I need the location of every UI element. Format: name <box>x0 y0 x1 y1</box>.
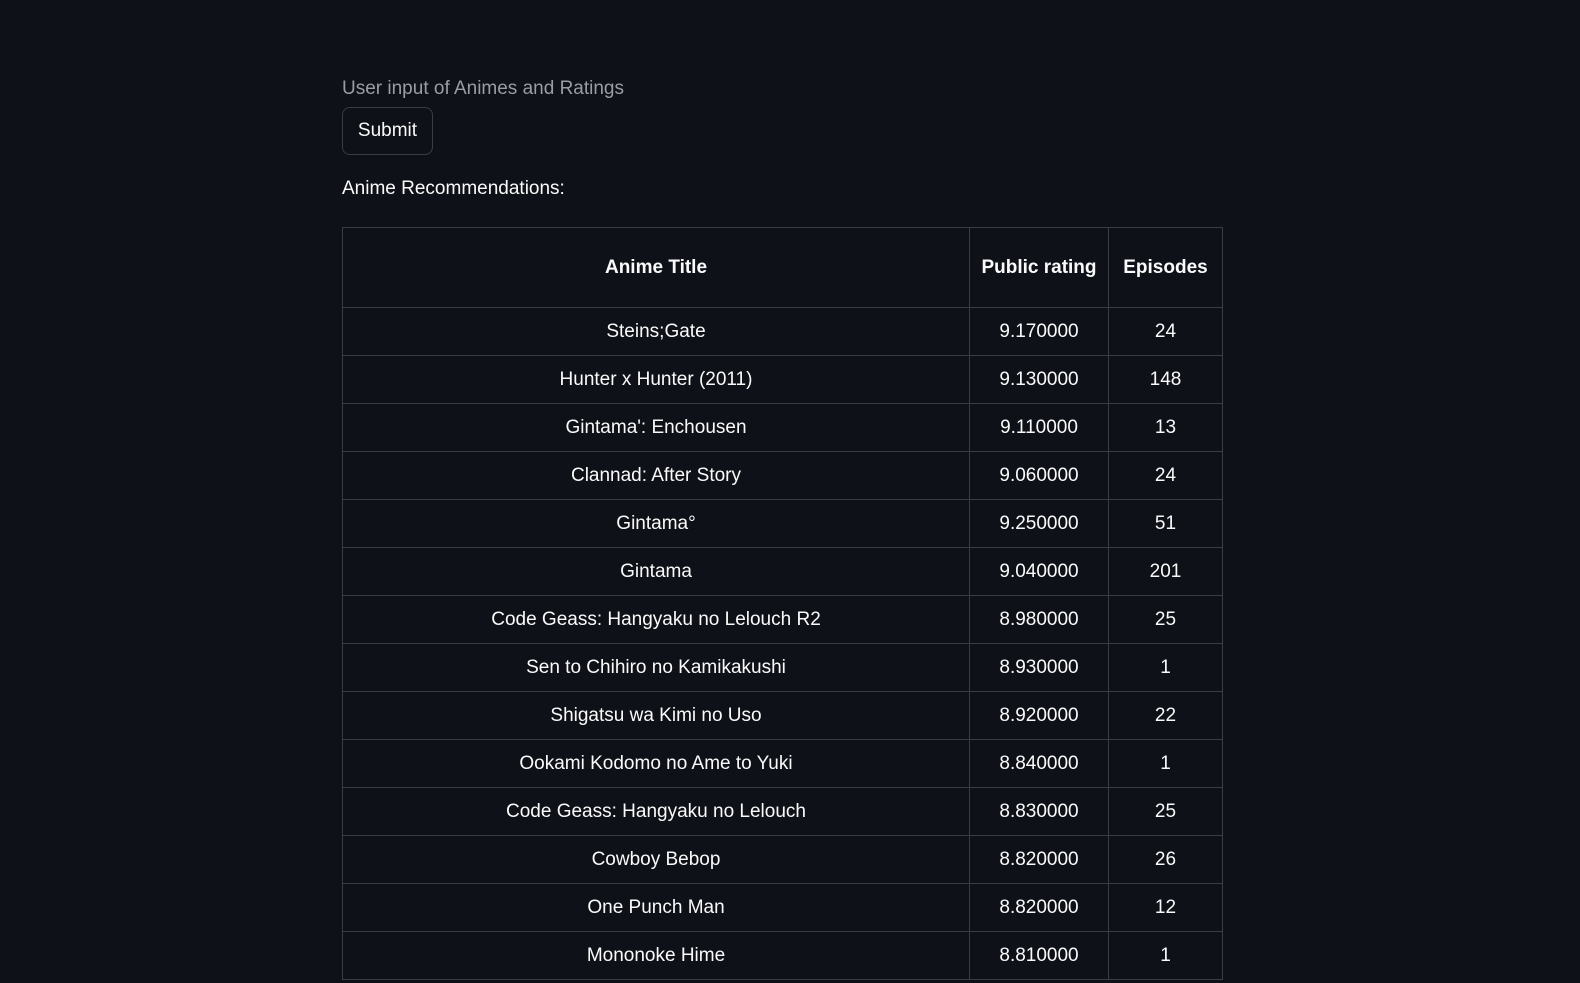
table-row: Gintama° 9.250000 51 <box>342 499 1223 548</box>
submit-button[interactable]: Submit <box>342 107 433 155</box>
table-row: Gintama': Enchousen 9.110000 13 <box>342 403 1223 452</box>
table-row: Shigatsu wa Kimi no Uso 8.920000 22 <box>342 691 1223 740</box>
anime-input-label: User input of Animes and Ratings <box>342 78 624 99</box>
episodes-cell: 13 <box>1108 403 1223 452</box>
column-header-anime-title: Anime Title <box>342 227 970 308</box>
table-row: Clannad: After Story 9.060000 24 <box>342 451 1223 500</box>
recommendations-heading: Anime Recommendations: <box>342 178 565 199</box>
anime-title-cell: Sen to Chihiro no Kamikakushi <box>342 643 970 692</box>
anime-title-cell: Code Geass: Hangyaku no Lelouch <box>342 787 970 836</box>
public-rating-cell: 8.840000 <box>969 739 1109 788</box>
recommendations-table: Anime Title Public rating Episodes Stein… <box>342 227 1223 980</box>
episodes-cell: 22 <box>1108 691 1223 740</box>
public-rating-cell: 8.810000 <box>969 931 1109 980</box>
table-row: Hunter x Hunter (2011) 9.130000 148 <box>342 355 1223 404</box>
public-rating-cell: 9.060000 <box>969 451 1109 500</box>
table-row: Code Geass: Hangyaku no Lelouch 8.830000… <box>342 787 1223 836</box>
table-row: One Punch Man 8.820000 12 <box>342 883 1223 932</box>
public-rating-cell: 9.130000 <box>969 355 1109 404</box>
episodes-cell: 24 <box>1108 451 1223 500</box>
public-rating-cell: 8.920000 <box>969 691 1109 740</box>
episodes-cell: 1 <box>1108 643 1223 692</box>
public-rating-cell: 8.820000 <box>969 835 1109 884</box>
anime-title-cell: Code Geass: Hangyaku no Lelouch R2 <box>342 595 970 644</box>
anime-title-cell: Steins;Gate <box>342 307 970 356</box>
anime-title-cell: One Punch Man <box>342 883 970 932</box>
table-row: Code Geass: Hangyaku no Lelouch R2 8.980… <box>342 595 1223 644</box>
anime-title-cell: Gintama° <box>342 499 970 548</box>
public-rating-cell: 9.040000 <box>969 547 1109 596</box>
anime-title-cell: Cowboy Bebop <box>342 835 970 884</box>
anime-title-cell: Gintama <box>342 547 970 596</box>
episodes-cell: 12 <box>1108 883 1223 932</box>
anime-title-cell: Ookami Kodomo no Ame to Yuki <box>342 739 970 788</box>
table-row: Ookami Kodomo no Ame to Yuki 8.840000 1 <box>342 739 1223 788</box>
episodes-cell: 25 <box>1108 787 1223 836</box>
anime-title-cell: Gintama': Enchousen <box>342 403 970 452</box>
public-rating-cell: 9.110000 <box>969 403 1109 452</box>
table-row: Cowboy Bebop 8.820000 26 <box>342 835 1223 884</box>
public-rating-cell: 9.170000 <box>969 307 1109 356</box>
public-rating-cell: 8.930000 <box>969 643 1109 692</box>
public-rating-cell: 8.830000 <box>969 787 1109 836</box>
table-row: Mononoke Hime 8.810000 1 <box>342 931 1223 980</box>
column-header-public-rating: Public rating <box>969 227 1109 308</box>
public-rating-cell: 8.820000 <box>969 883 1109 932</box>
episodes-cell: 1 <box>1108 739 1223 788</box>
public-rating-cell: 9.250000 <box>969 499 1109 548</box>
episodes-cell: 1 <box>1108 931 1223 980</box>
episodes-cell: 51 <box>1108 499 1223 548</box>
episodes-cell: 24 <box>1108 307 1223 356</box>
episodes-cell: 25 <box>1108 595 1223 644</box>
episodes-cell: 148 <box>1108 355 1223 404</box>
table-row: Sen to Chihiro no Kamikakushi 8.930000 1 <box>342 643 1223 692</box>
table-header-row: Anime Title Public rating Episodes <box>342 227 1223 308</box>
anime-title-cell: Hunter x Hunter (2011) <box>342 355 970 404</box>
anime-title-cell: Mononoke Hime <box>342 931 970 980</box>
anime-title-cell: Clannad: After Story <box>342 451 970 500</box>
table-row: Steins;Gate 9.170000 24 <box>342 307 1223 356</box>
episodes-cell: 201 <box>1108 547 1223 596</box>
public-rating-cell: 8.980000 <box>969 595 1109 644</box>
column-header-episodes: Episodes <box>1108 227 1223 308</box>
episodes-cell: 26 <box>1108 835 1223 884</box>
anime-title-cell: Shigatsu wa Kimi no Uso <box>342 691 970 740</box>
table-row: Gintama 9.040000 201 <box>342 547 1223 596</box>
